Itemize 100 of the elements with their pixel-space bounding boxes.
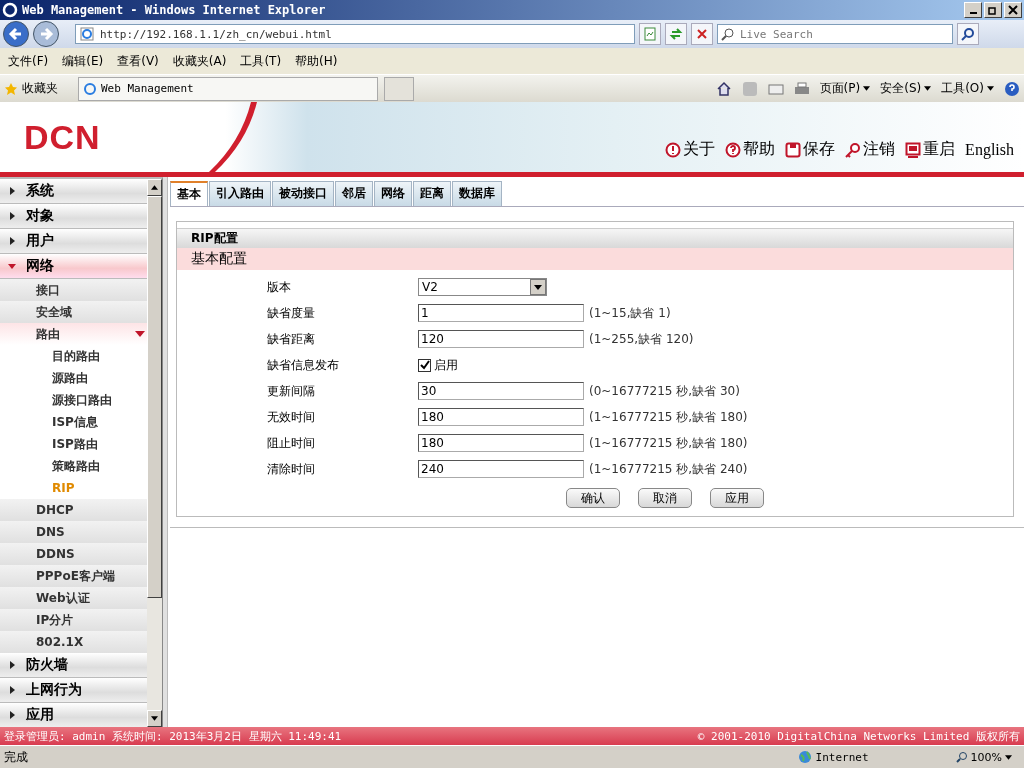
print-icon[interactable] bbox=[793, 80, 810, 97]
range-hint: (1~16777215 秒,缺省 240) bbox=[589, 460, 748, 478]
tab[interactable]: 邻居 bbox=[335, 181, 373, 206]
field-label: 更新间隔 bbox=[267, 382, 316, 400]
address-field[interactable]: http://192.168.1.1/zh_cn/webui.html bbox=[75, 24, 635, 44]
help-icon bbox=[725, 141, 742, 158]
tab[interactable]: 数据库 bbox=[452, 181, 502, 206]
browser-tab[interactable]: Web Management bbox=[78, 76, 378, 101]
sidebar-subitem[interactable]: 802.1X bbox=[0, 631, 147, 653]
search-field[interactable]: Live Search bbox=[717, 24, 953, 44]
caret-icon bbox=[1005, 754, 1012, 760]
range-hint: (1~16777215 秒,缺省 180) bbox=[589, 408, 748, 426]
document-icon bbox=[643, 27, 657, 41]
scrollbar[interactable] bbox=[147, 179, 162, 727]
tab[interactable]: 基本 bbox=[170, 181, 208, 206]
sidebar-item[interactable]: 用户 bbox=[0, 229, 147, 254]
input-field[interactable]: 180 bbox=[418, 434, 584, 452]
checkbox[interactable] bbox=[418, 358, 431, 372]
help-icon[interactable] bbox=[1004, 80, 1020, 97]
restore-icon bbox=[988, 5, 998, 15]
triangle-icon bbox=[135, 331, 145, 337]
header-link[interactable]: 关于 bbox=[665, 139, 716, 160]
field-label: 缺省距离 bbox=[267, 330, 316, 348]
sidebar-item[interactable]: 对象 bbox=[0, 204, 147, 229]
home-icon[interactable] bbox=[715, 80, 732, 97]
sidebar-subitem[interactable]: DDNS bbox=[0, 543, 147, 565]
key-icon bbox=[845, 141, 862, 158]
sidebar-subitem[interactable]: 安全域 bbox=[0, 301, 147, 323]
login-info: 登录管理员: admin 系统时间: 2013年3月2日 星期六 11:49:41 bbox=[4, 728, 342, 744]
form-button[interactable]: 取消 bbox=[638, 488, 692, 508]
down-arrow-icon bbox=[151, 716, 158, 721]
sidebar-subitem[interactable]: IP分片 bbox=[0, 609, 147, 631]
command-menu[interactable]: 页面(P) bbox=[819, 80, 871, 97]
close-icon bbox=[1008, 5, 1018, 15]
section-heading: 基本配置 bbox=[177, 248, 1013, 270]
sidebar-item[interactable]: 上网行为 bbox=[0, 678, 147, 703]
range-hint: (1~255,缺省 120) bbox=[589, 330, 694, 348]
favorites-button[interactable]: 收藏夹 bbox=[4, 80, 58, 97]
zoom-control[interactable]: 100% bbox=[955, 750, 1012, 764]
field-label: 阻止时间 bbox=[267, 434, 316, 452]
menu-item[interactable]: 编辑(E) bbox=[62, 52, 104, 70]
range-hint: (1~15,缺省 1) bbox=[589, 304, 671, 322]
tab[interactable]: 距离 bbox=[413, 181, 451, 206]
sidebar-subitem[interactable]: DNS bbox=[0, 521, 147, 543]
sidebar-subitem[interactable]: PPPoE客户端 bbox=[0, 565, 147, 587]
triangle-icon bbox=[8, 212, 16, 220]
restore-button[interactable] bbox=[984, 2, 1002, 18]
field-label: 清除时间 bbox=[267, 460, 316, 478]
header-link[interactable]: 保存 bbox=[785, 139, 836, 160]
triangle-icon bbox=[8, 711, 16, 719]
magnifier-icon bbox=[955, 751, 968, 763]
input-field[interactable]: 180 bbox=[418, 408, 584, 426]
input-field[interactable]: 120 bbox=[418, 330, 584, 348]
menu-item[interactable]: 文件(F) bbox=[8, 52, 49, 70]
form-button[interactable]: 确认 bbox=[566, 488, 620, 508]
refresh-icon bbox=[669, 27, 683, 41]
search-icon bbox=[961, 27, 975, 41]
tab[interactable]: 被动接口 bbox=[272, 181, 334, 206]
command-menu[interactable]: 工具(O) bbox=[941, 80, 994, 97]
sidebar-item[interactable]: 防火墙 bbox=[0, 653, 147, 678]
minimize-button[interactable] bbox=[964, 2, 982, 18]
forward-button[interactable] bbox=[33, 21, 59, 47]
sidebar-subitem[interactable]: DHCP bbox=[0, 499, 147, 521]
header-link[interactable]: English bbox=[965, 139, 1014, 160]
menu-item[interactable]: 查看(V) bbox=[117, 52, 159, 70]
input-field[interactable]: 240 bbox=[418, 460, 584, 478]
input-field[interactable]: 30 bbox=[418, 382, 584, 400]
input-field[interactable]: 1 bbox=[418, 304, 584, 322]
tab[interactable]: 网络 bbox=[374, 181, 412, 206]
sidebar-item[interactable]: 应用 bbox=[0, 703, 147, 727]
alert-icon bbox=[665, 141, 682, 158]
menu-item[interactable]: 工具(T) bbox=[240, 52, 282, 70]
sidebar-subitem[interactable]: Web认证 bbox=[0, 587, 147, 609]
stop-icon bbox=[695, 27, 709, 41]
header-link[interactable]: 重启 bbox=[905, 139, 956, 160]
sidebar-subitem[interactable]: 接口 bbox=[0, 279, 147, 301]
version-select[interactable]: V2 bbox=[418, 278, 547, 296]
command-menu[interactable]: 安全(S) bbox=[880, 80, 932, 97]
window-title: Web Management - Windows Internet Explorer bbox=[22, 3, 327, 17]
search-button[interactable] bbox=[957, 23, 979, 45]
header-link[interactable]: 帮助 bbox=[725, 139, 776, 160]
range-hint: (1~16777215 秒,缺省 180) bbox=[589, 434, 748, 452]
sidebar-item[interactable]: 网络 bbox=[0, 254, 147, 279]
status-text: 完成 bbox=[4, 748, 28, 766]
range-hint: (0~16777215 秒,缺省 30) bbox=[589, 382, 740, 400]
field-label: 缺省信息发布 bbox=[267, 356, 340, 374]
stop-button[interactable] bbox=[691, 23, 713, 45]
page-icon bbox=[80, 27, 94, 41]
menu-item[interactable]: 收藏夹(A) bbox=[172, 52, 227, 70]
back-button[interactable] bbox=[3, 21, 29, 47]
splitter-handle[interactable] bbox=[163, 177, 168, 727]
refresh-button[interactable] bbox=[665, 23, 687, 45]
header-link[interactable]: 注销 bbox=[845, 139, 896, 160]
menu-item[interactable]: 帮助(H) bbox=[295, 52, 338, 70]
tab[interactable]: 引入路由 bbox=[209, 181, 271, 206]
close-button[interactable] bbox=[1004, 2, 1022, 18]
form-button[interactable]: 应用 bbox=[710, 488, 764, 508]
sidebar-subitem[interactable]: 路由 bbox=[0, 323, 147, 345]
sidebar-item[interactable]: 系统 bbox=[0, 179, 147, 204]
triangle-icon bbox=[8, 187, 16, 195]
